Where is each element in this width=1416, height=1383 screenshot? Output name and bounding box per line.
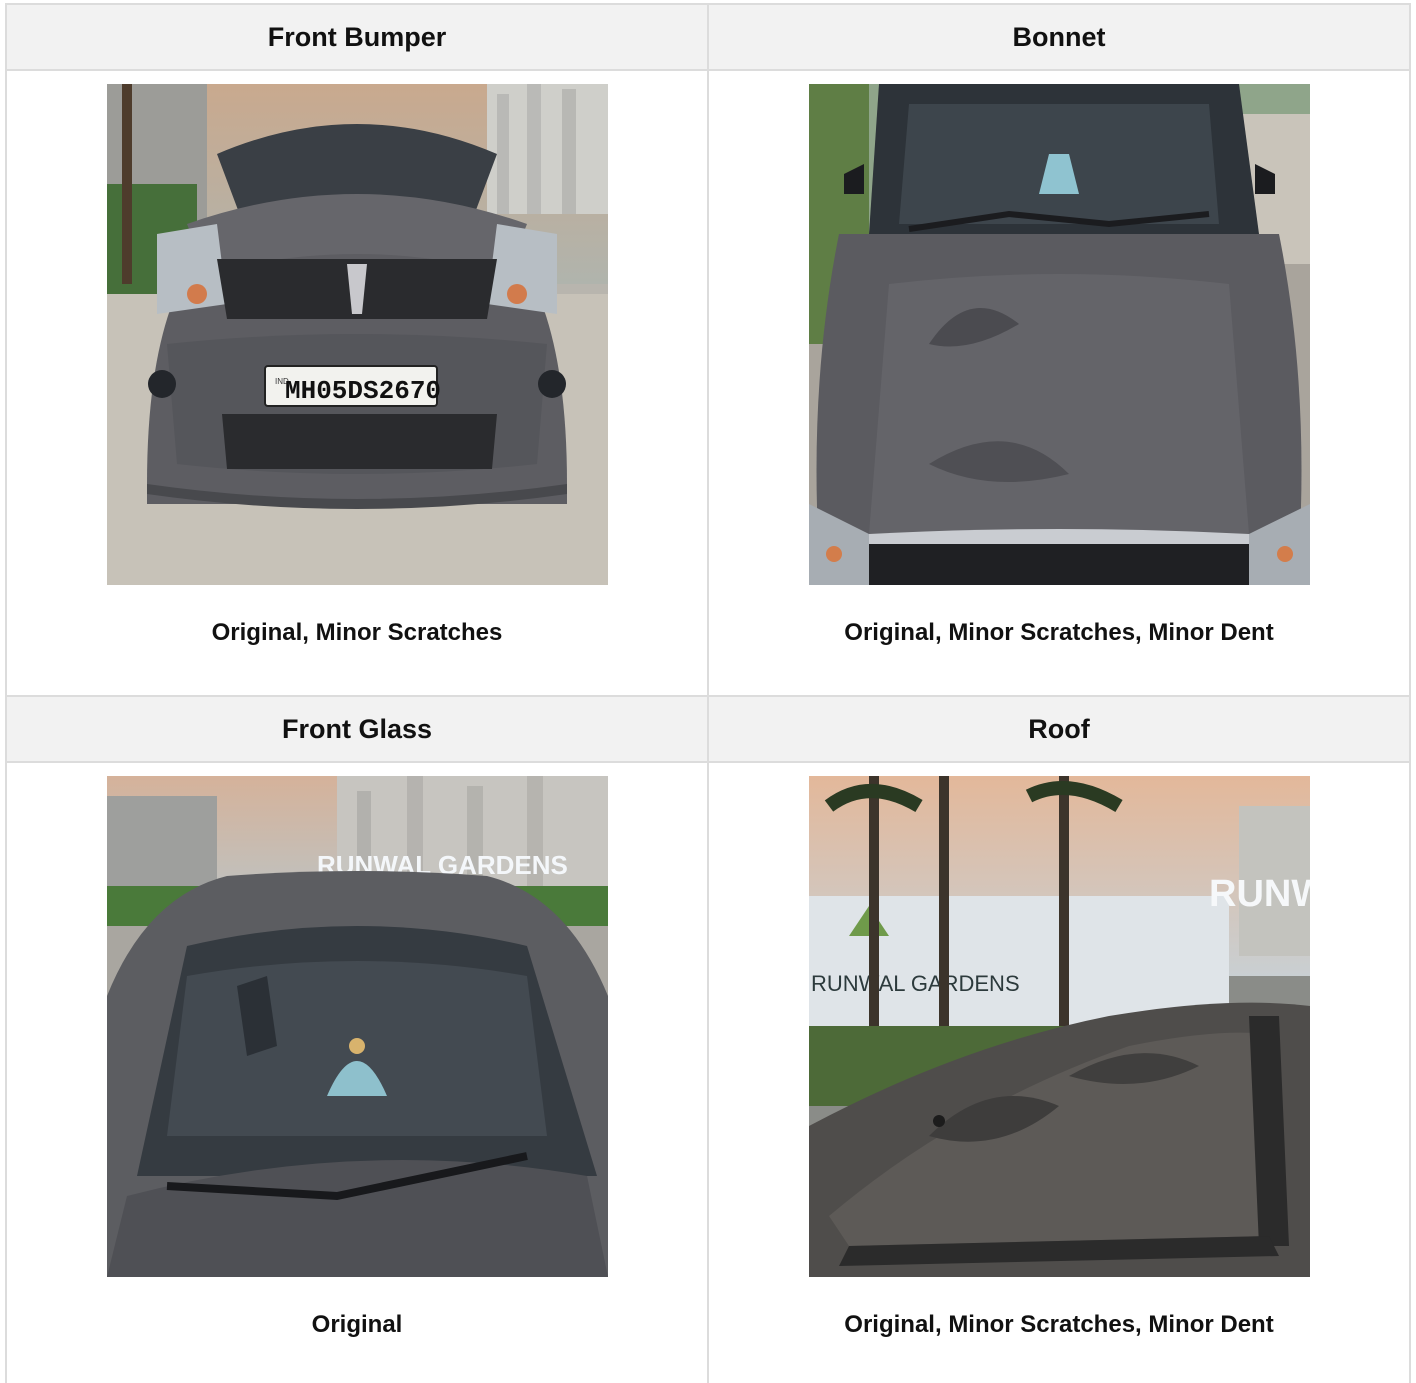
status-roof: Original, Minor Scratches, Minor Dent (844, 1311, 1274, 1338)
panel-cell-roof: RUNWAL GARDENS RUNW Original, Minor Scra… (707, 761, 1411, 1383)
header-row: Front Bumper Bonnet (5, 3, 1411, 71)
panel-cell-front-glass: RUNWAL GARDENS Original (5, 761, 709, 1383)
status-front-glass: Original (311, 1311, 403, 1338)
panel-cell-front-bumper: IND MH05DS2670 Original, Minor Scratches (5, 69, 709, 697)
sign-text-roof: RUNWAL GARDENS (811, 971, 1020, 996)
plate-number: MH05DS2670 (285, 376, 441, 406)
status-front-bumper: Original, Minor Scratches (211, 619, 503, 646)
photo-row-2: RUNWAL GARDENS Original RUNWAL GARDENS R… (5, 761, 1411, 1383)
front-glass-photo[interactable]: RUNWAL GARDENS (106, 776, 608, 1277)
panel-title-front-glass: Front Glass (5, 695, 709, 763)
panel-title-front-bumper: Front Bumper (5, 3, 709, 71)
roof-photo[interactable]: RUNWAL GARDENS RUNW (808, 776, 1310, 1277)
panel-title-bonnet: Bonnet (707, 3, 1411, 71)
header-row-2: Front Glass Roof (5, 695, 1411, 763)
panel-cell-bonnet: Original, Minor Scratches, Minor Dent (707, 69, 1411, 697)
photo-row: IND MH05DS2670 Original, Minor Scratches (5, 69, 1411, 697)
status-bonnet: Original, Minor Scratches, Minor Dent (844, 619, 1274, 646)
front-bumper-photo[interactable]: IND MH05DS2670 (106, 84, 608, 585)
sign-text-roof-2: RUNW (1209, 873, 1310, 915)
bonnet-photo[interactable] (808, 84, 1310, 585)
inspection-grid: Front Bumper Bonnet IND MH05DS2670 Origi… (5, 3, 1411, 1383)
panel-title-roof: Roof (707, 695, 1411, 763)
